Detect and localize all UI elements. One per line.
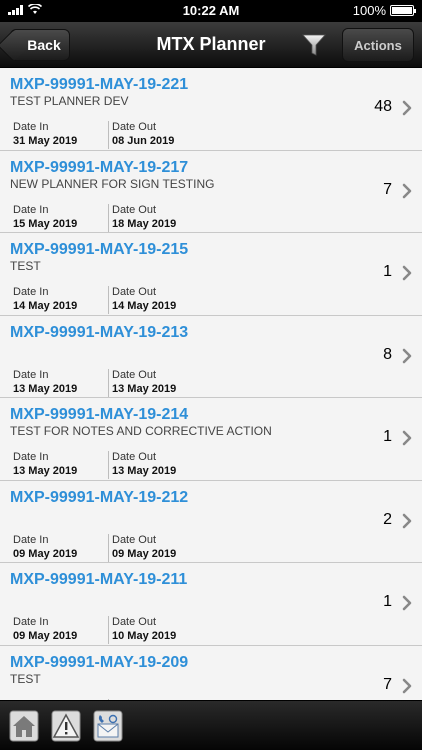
tab-contact[interactable]	[89, 706, 127, 746]
date-out-label: Date Out	[112, 121, 157, 133]
chevron-right-icon	[402, 595, 412, 611]
chevron-right-icon	[402, 265, 412, 281]
planner-id: MXP-99991-MAY-19-209	[10, 653, 189, 671]
date-out-value: 14 May 2019	[112, 300, 177, 312]
date-out-label: Date Out	[112, 203, 157, 216]
item-count: 2	[383, 510, 392, 528]
date-in-label: Date In	[13, 121, 49, 133]
date-out-value: 08 Jun 2019	[112, 135, 175, 147]
date-divider	[108, 533, 109, 562]
date-in-label: Date In	[13, 368, 49, 381]
date-in-label: Date In	[13, 203, 49, 216]
date-divider	[108, 121, 109, 149]
filter-icon[interactable]	[300, 31, 328, 59]
date-out-label: Date Out	[112, 286, 157, 298]
date-out-label: Date Out	[112, 368, 157, 381]
list-item[interactable]: MXP-99991-MAY-19-214 TEST FOR NOTES AND …	[0, 398, 422, 481]
tab-alerts[interactable]	[47, 706, 85, 746]
date-divider	[108, 286, 109, 314]
planner-id: MXP-99991-MAY-19-221	[10, 76, 189, 93]
list-item[interactable]: MXP-99991-MAY-19-213 8 Date In 13 May 20…	[0, 315, 422, 398]
date-out-value: 09 May 2019	[112, 547, 177, 560]
planner-id: MXP-99991-MAY-19-212	[10, 488, 189, 506]
chevron-right-icon	[402, 513, 412, 528]
item-count: 7	[383, 675, 392, 693]
date-in-value: 13 May 2019	[13, 382, 78, 395]
date-out-value: 18 May 2019	[112, 217, 177, 230]
battery-percent: 100%	[352, 3, 386, 18]
list-item[interactable]: MXP-99991-MAY-19-215 TEST 1 Date In 14 M…	[0, 233, 422, 316]
home-icon	[9, 710, 39, 742]
date-in-label: Date In	[13, 286, 49, 298]
contact-icon	[93, 710, 123, 742]
date-in-value: 14 May 2019	[13, 300, 78, 312]
planner-description: TEST PLANNER DEV	[10, 94, 129, 108]
chevron-right-icon	[402, 183, 412, 198]
planner-id: MXP-99991-MAY-19-211	[10, 571, 188, 588]
date-out-label: Date Out	[112, 451, 157, 463]
planner-description: TEST FOR NOTES AND CORRECTIVE ACTION	[10, 424, 272, 438]
date-divider	[108, 616, 109, 644]
status-bar: 10:22 AM 100%	[0, 0, 422, 22]
tab-home[interactable]	[5, 706, 43, 746]
date-in-value: 31 May 2019	[13, 135, 78, 147]
item-count: 48	[374, 98, 392, 115]
warning-icon	[51, 710, 81, 742]
planner-id: MXP-99991-MAY-19-214	[10, 406, 189, 423]
date-divider	[108, 451, 109, 479]
list-item[interactable]: MXP-99991-MAY-19-212 2 Date In 09 May 20…	[0, 480, 422, 563]
planner-description: TEST	[10, 259, 41, 273]
chevron-right-icon	[402, 100, 412, 116]
planner-description: NEW PLANNER FOR SIGN TESTING	[10, 176, 215, 191]
tab-bar	[0, 700, 422, 750]
date-in-value: 13 May 2019	[13, 465, 78, 477]
status-right: 100%	[352, 3, 416, 18]
item-count: 1	[383, 428, 392, 445]
chevron-right-icon	[402, 348, 412, 363]
date-out-value: 13 May 2019	[112, 465, 177, 477]
item-count: 1	[383, 263, 392, 280]
date-in-label: Date In	[13, 451, 49, 463]
navigation-bar: Back MTX Planner Actions	[0, 22, 422, 68]
battery-icon	[390, 5, 416, 16]
date-divider	[108, 203, 109, 232]
date-out-label: Date Out	[112, 616, 157, 628]
chevron-right-icon	[402, 430, 412, 446]
planner-id: MXP-99991-MAY-19-215	[10, 241, 189, 258]
date-divider	[108, 368, 109, 397]
planner-id: MXP-99991-MAY-19-217	[10, 158, 189, 176]
chevron-right-icon	[402, 678, 412, 693]
planner-id: MXP-99991-MAY-19-213	[10, 323, 189, 341]
date-out-value: 10 May 2019	[112, 630, 177, 642]
date-out-label: Date Out	[112, 533, 157, 546]
actions-button[interactable]: Actions	[342, 28, 414, 62]
date-out-value: 13 May 2019	[112, 382, 177, 395]
back-button-label: Back	[27, 37, 61, 53]
date-in-value: 09 May 2019	[13, 630, 78, 642]
list-item[interactable]: MXP-99991-MAY-19-211 1 Date In 09 May 20…	[0, 563, 422, 646]
date-in-value: 15 May 2019	[13, 217, 78, 230]
item-count: 7	[383, 180, 392, 198]
list-item[interactable]: MXP-99991-MAY-19-217 NEW PLANNER FOR SIG…	[0, 150, 422, 233]
date-in-label: Date In	[13, 616, 49, 628]
item-count: 1	[383, 593, 392, 610]
planner-description: TEST	[10, 671, 41, 686]
list-item[interactable]: MXP-99991-MAY-19-209 TEST 7 Date In Date…	[0, 645, 422, 700]
planner-list: MXP-99991-MAY-19-221 TEST PLANNER DEV 48…	[0, 68, 422, 700]
list-item[interactable]: MXP-99991-MAY-19-221 TEST PLANNER DEV 48…	[0, 68, 422, 151]
date-in-value: 09 May 2019	[13, 547, 78, 560]
date-in-label: Date In	[13, 533, 49, 546]
item-count: 8	[383, 345, 392, 363]
